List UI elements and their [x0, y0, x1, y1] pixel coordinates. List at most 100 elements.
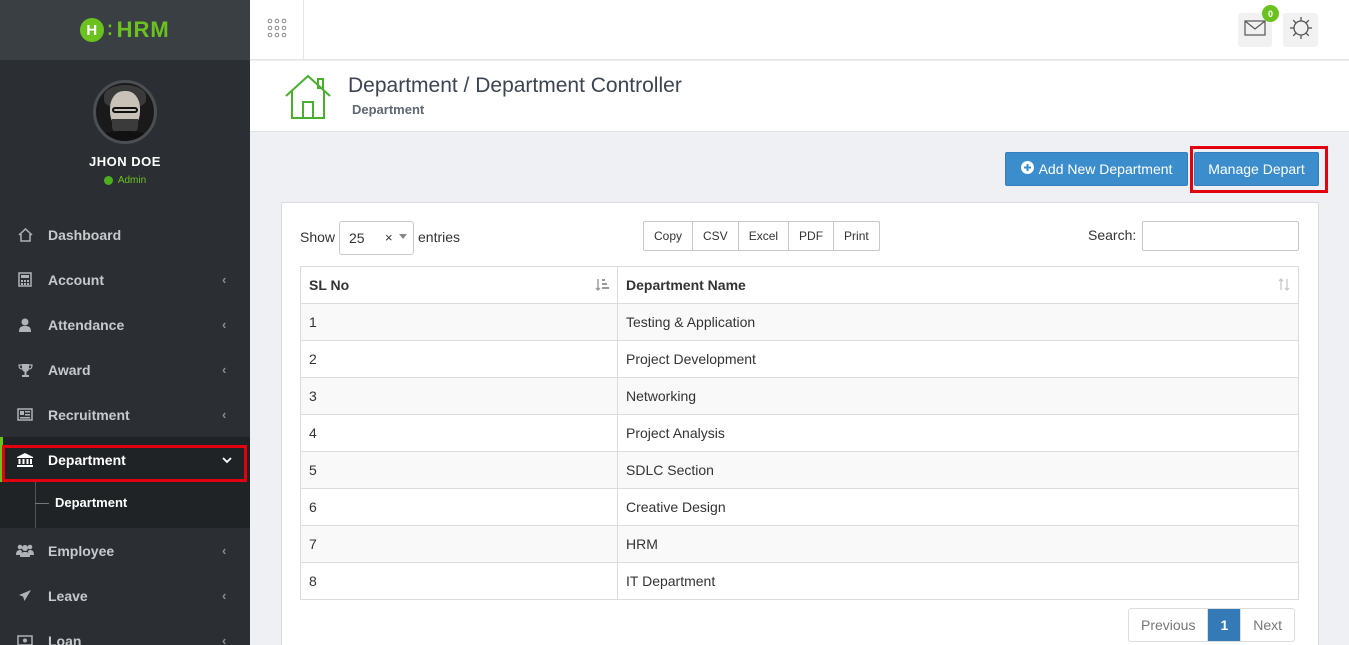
chevron-down-icon	[222, 452, 232, 467]
cell-sl-no: 5	[300, 451, 618, 489]
chevron-left-icon: ‹	[222, 633, 227, 645]
search-label: Search:	[1088, 227, 1137, 243]
user-icon	[15, 318, 35, 332]
table-row[interactable]: 4 Project Analysis	[300, 414, 1299, 452]
previous-page-button[interactable]: Previous	[1129, 609, 1209, 641]
sidebar-item-loan[interactable]: Loan ‹	[0, 618, 250, 645]
chevron-left-icon: ‹	[222, 588, 227, 603]
sidebar-item-label: Employee	[48, 542, 115, 559]
show-label: Show	[300, 229, 336, 245]
table-header-row: SL No Department Name	[300, 266, 1299, 304]
caret-down-icon	[399, 234, 407, 239]
add-department-label: Add New Department	[1038, 161, 1173, 177]
column-header-label: SL No	[309, 277, 350, 293]
sidebar-item-label: Account	[48, 271, 104, 288]
sidebar-item-label: Leave	[48, 587, 88, 604]
user-name: JHON DOE	[89, 154, 161, 169]
logo-dots: ⁚	[107, 21, 114, 38]
grid-icon	[267, 18, 287, 43]
page-header: Department / Department Controller Depar…	[250, 61, 1349, 132]
sidebar-item-award[interactable]: Award ‹	[0, 347, 250, 392]
sidebar-item-dashboard[interactable]: Dashboard	[0, 212, 250, 257]
sidebar-item-label: Loan	[48, 632, 82, 645]
pdf-button[interactable]: PDF	[789, 222, 835, 250]
online-status-icon	[103, 176, 113, 185]
next-page-button[interactable]: Next	[1241, 609, 1294, 641]
table-row[interactable]: 2 Project Development	[300, 340, 1299, 378]
column-header-label: Department Name	[626, 277, 746, 293]
sidebar-item-label: Recruitment	[48, 406, 130, 423]
manage-department-label: Manage Depart	[1208, 161, 1305, 177]
calculator-icon	[15, 272, 35, 287]
apps-grid-button[interactable]	[250, 0, 304, 60]
chevron-left-icon: ‹	[222, 317, 227, 332]
home-icon	[284, 74, 332, 125]
plane-icon	[15, 589, 35, 603]
trophy-icon	[15, 363, 35, 377]
sidebar: H ⁚ HRM JHON DOE Admin Dashboard Account…	[0, 0, 250, 645]
cell-department-name: IT Department	[617, 562, 1299, 600]
settings-button[interactable]	[1283, 13, 1318, 47]
page-button-current[interactable]: 1	[1208, 609, 1242, 641]
logo-badge: H	[80, 18, 105, 42]
export-buttons: Copy CSV Excel PDF Print	[643, 221, 880, 251]
home-icon	[15, 227, 35, 242]
add-department-button[interactable]: Add New Department	[1005, 152, 1188, 186]
submenu-item-department[interactable]: Department	[55, 495, 127, 510]
table-row[interactable]: 8 IT Department	[300, 562, 1299, 600]
sidebar-item-label: Department	[48, 451, 126, 468]
envelope-icon	[1244, 19, 1266, 41]
page-title: Department / Department Controller	[348, 74, 682, 97]
table-row[interactable]: 5 SDLC Section	[300, 451, 1299, 489]
app-logo[interactable]: H ⁚ HRM	[80, 17, 169, 43]
sidebar-item-department[interactable]: Department	[0, 437, 250, 482]
copy-button[interactable]: Copy	[644, 222, 694, 250]
users-icon	[15, 544, 35, 557]
table-row[interactable]: 7 HRM	[300, 525, 1299, 563]
sidebar-item-leave[interactable]: Leave ‹	[0, 573, 250, 618]
clear-icon[interactable]: ×	[385, 230, 393, 245]
sidebar-item-account[interactable]: Account ‹	[0, 257, 250, 302]
cell-department-name: SDLC Section	[617, 451, 1299, 489]
newspaper-icon	[15, 408, 35, 421]
user-profile: JHON DOE Admin	[0, 60, 250, 210]
search-input[interactable]	[1142, 221, 1299, 251]
sidebar-item-employee[interactable]: Employee ‹	[0, 528, 250, 573]
column-header-sl-no[interactable]: SL No	[300, 266, 618, 304]
cell-sl-no: 2	[300, 340, 618, 378]
table-row[interactable]: 1 Testing & Application	[300, 303, 1299, 341]
column-header-department-name[interactable]: Department Name	[617, 266, 1299, 304]
entries-label: entries	[418, 229, 461, 245]
logo-bar: H ⁚ HRM	[0, 0, 250, 60]
cell-sl-no: 1	[300, 303, 618, 341]
table-row[interactable]: 6 Creative Design	[300, 488, 1299, 526]
cell-sl-no: 6	[300, 488, 618, 526]
excel-button[interactable]: Excel	[739, 222, 790, 250]
table-row[interactable]: 3 Networking	[300, 377, 1299, 415]
manage-department-button[interactable]: Manage Depart	[1194, 152, 1319, 186]
sort-icon	[1278, 278, 1290, 294]
sidebar-item-recruitment[interactable]: Recruitment ‹	[0, 392, 250, 437]
cell-sl-no: 3	[300, 377, 618, 415]
csv-button[interactable]: CSV	[693, 222, 739, 250]
chevron-left-icon: ‹	[222, 272, 227, 287]
department-table: SL No Department Name 1 Testing & Applica…	[300, 266, 1299, 600]
department-submenu: Department	[0, 482, 250, 528]
sidebar-item-label: Attendance	[48, 316, 125, 333]
bank-icon	[15, 452, 35, 467]
plus-circle-icon	[1020, 161, 1034, 177]
sidebar-item-label: Dashboard	[48, 226, 122, 243]
cell-department-name: HRM	[617, 525, 1299, 563]
breadcrumb: Department	[352, 102, 425, 117]
user-status: Admin	[0, 175, 250, 186]
print-button[interactable]: Print	[834, 222, 879, 250]
logo-text: HRM	[116, 17, 170, 42]
avatar[interactable]	[93, 80, 157, 144]
sidebar-item-attendance[interactable]: Attendance ‹	[0, 302, 250, 347]
chevron-left-icon: ‹	[222, 407, 227, 422]
top-bar: 0	[250, 0, 1349, 60]
user-role: Admin	[117, 175, 147, 186]
cell-department-name: Testing & Application	[617, 303, 1299, 341]
sidebar-item-label: Award	[48, 361, 91, 378]
entries-per-page-select[interactable]: 25 ×	[339, 221, 414, 255]
